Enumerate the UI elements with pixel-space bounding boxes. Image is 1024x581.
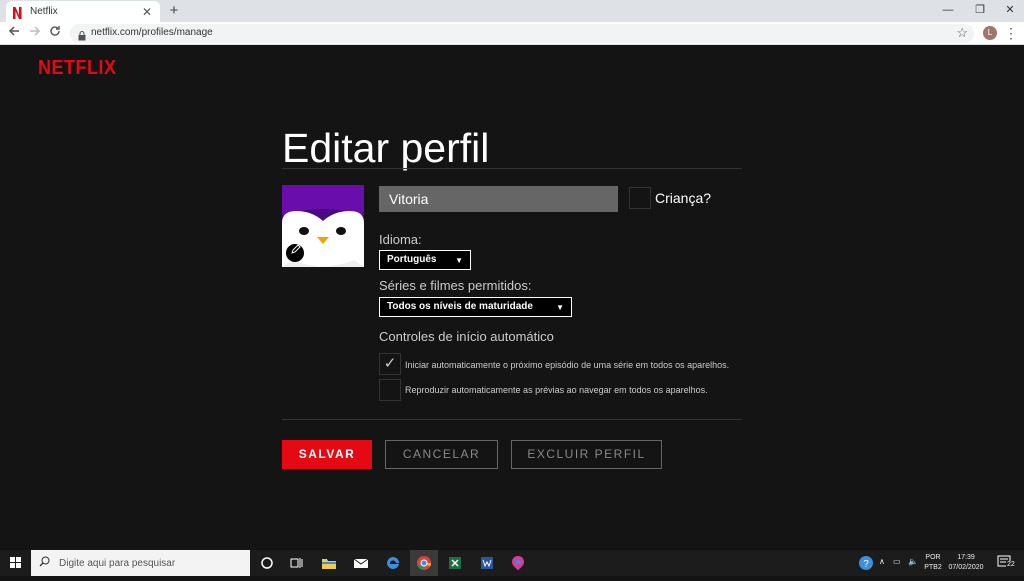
network-icon[interactable]: ▭ bbox=[893, 557, 901, 566]
chevron-down-icon: ▼ bbox=[556, 303, 564, 312]
netflix-page: NETFLIX Editar perfil Criança? Idioma: P… bbox=[0, 45, 1024, 550]
divider-bottom bbox=[282, 419, 742, 420]
autoplay-next-checkbox[interactable]: ✓ bbox=[379, 353, 401, 375]
bookmark-star-icon[interactable]: ☆ bbox=[956, 25, 968, 41]
language-value: Português bbox=[387, 254, 437, 265]
notifications-icon[interactable]: 22 bbox=[997, 555, 1016, 571]
autoplay-previews-label: Reproduzir automaticamente as prévias ao… bbox=[405, 385, 708, 395]
search-placeholder: Digite aqui para pesquisar bbox=[59, 557, 176, 569]
tab-strip: Netflix ✕ + — ❐ ✕ bbox=[0, 0, 1024, 22]
kid-profile-label: Criança? bbox=[655, 190, 712, 206]
chevron-down-icon: ▼ bbox=[455, 256, 463, 265]
kid-profile-checkbox[interactable] bbox=[629, 187, 651, 209]
cortana-icon[interactable] bbox=[258, 554, 276, 572]
clock[interactable]: 17:39 07/02/2020 bbox=[944, 553, 988, 573]
notification-count: 22 bbox=[1006, 561, 1016, 568]
excel-icon[interactable] bbox=[446, 554, 464, 572]
autoplay-previews-checkbox[interactable] bbox=[379, 379, 401, 401]
divider-top bbox=[282, 168, 742, 169]
file-explorer-icon[interactable] bbox=[320, 554, 338, 572]
task-view-icon[interactable] bbox=[288, 554, 306, 572]
maturity-dropdown[interactable]: Todos os níveis de maturidade ▼ bbox=[379, 297, 572, 317]
svg-text:?: ? bbox=[863, 559, 869, 570]
tab-netflix[interactable]: Netflix ✕ bbox=[6, 1, 160, 22]
help-icon[interactable]: ? bbox=[858, 555, 874, 571]
start-button[interactable] bbox=[0, 550, 31, 576]
back-arrow-icon[interactable] bbox=[6, 25, 22, 41]
browser-menu-icon[interactable]: ⋮ bbox=[1004, 24, 1018, 42]
checkmark-icon: ✓ bbox=[383, 355, 397, 372]
maturity-label: Séries e filmes permitidos: bbox=[379, 278, 532, 293]
close-window-button[interactable]: ✕ bbox=[991, 0, 1024, 22]
search-icon bbox=[39, 556, 50, 570]
mail-icon[interactable] bbox=[352, 554, 370, 572]
save-button[interactable]: SALVAR bbox=[282, 440, 372, 469]
tab-title: Netflix bbox=[30, 6, 58, 17]
windows-taskbar: Digite aqui para pesquisar ? ∧ ▭ 🔈 POR P… bbox=[0, 550, 1024, 576]
chrome-icon[interactable] bbox=[415, 554, 433, 572]
clock-time: 17:39 bbox=[957, 554, 975, 561]
edit-avatar-pencil-icon[interactable] bbox=[285, 243, 305, 263]
page-title: Editar perfil bbox=[282, 125, 490, 171]
address-bar[interactable]: netflix.com/profiles/manage ☆ bbox=[70, 24, 974, 43]
language-label: Idioma: bbox=[379, 232, 422, 247]
delete-profile-button[interactable]: EXCLUIR PERFIL bbox=[511, 440, 662, 469]
profile-name-input[interactable] bbox=[379, 186, 618, 212]
volume-icon[interactable]: 🔈 bbox=[908, 557, 918, 566]
taskbar-search-input[interactable]: Digite aqui para pesquisar bbox=[31, 550, 250, 576]
clock-date: 07/02/2020 bbox=[948, 564, 984, 571]
netflix-logo[interactable]: NETFLIX bbox=[38, 55, 117, 79]
language-dropdown[interactable]: Português ▼ bbox=[379, 250, 471, 270]
paint-3d-icon[interactable] bbox=[509, 554, 527, 572]
new-tab-button[interactable]: + bbox=[166, 2, 182, 20]
tab-close-icon[interactable]: ✕ bbox=[140, 5, 154, 19]
url-text: netflix.com/profiles/manage bbox=[91, 27, 213, 38]
browser-toolbar: netflix.com/profiles/manage ☆ L ⋮ bbox=[0, 22, 1024, 45]
browser-profile-avatar[interactable]: L bbox=[983, 26, 997, 40]
reload-icon[interactable] bbox=[47, 25, 63, 41]
autoplay-heading: Controles de início automático bbox=[379, 329, 554, 344]
netflix-favicon-icon bbox=[12, 6, 22, 19]
cancel-button[interactable]: CANCELAR bbox=[385, 440, 498, 469]
maturity-value: Todos os níveis de maturidade bbox=[387, 301, 533, 312]
autoplay-next-label: Iniciar automaticamente o próximo episód… bbox=[405, 360, 730, 370]
word-icon[interactable] bbox=[478, 554, 496, 572]
forward-arrow-icon[interactable] bbox=[27, 25, 43, 41]
edge-icon[interactable] bbox=[384, 554, 402, 572]
tray-chevron-up-icon[interactable]: ∧ bbox=[879, 557, 885, 566]
lock-icon bbox=[78, 28, 86, 41]
